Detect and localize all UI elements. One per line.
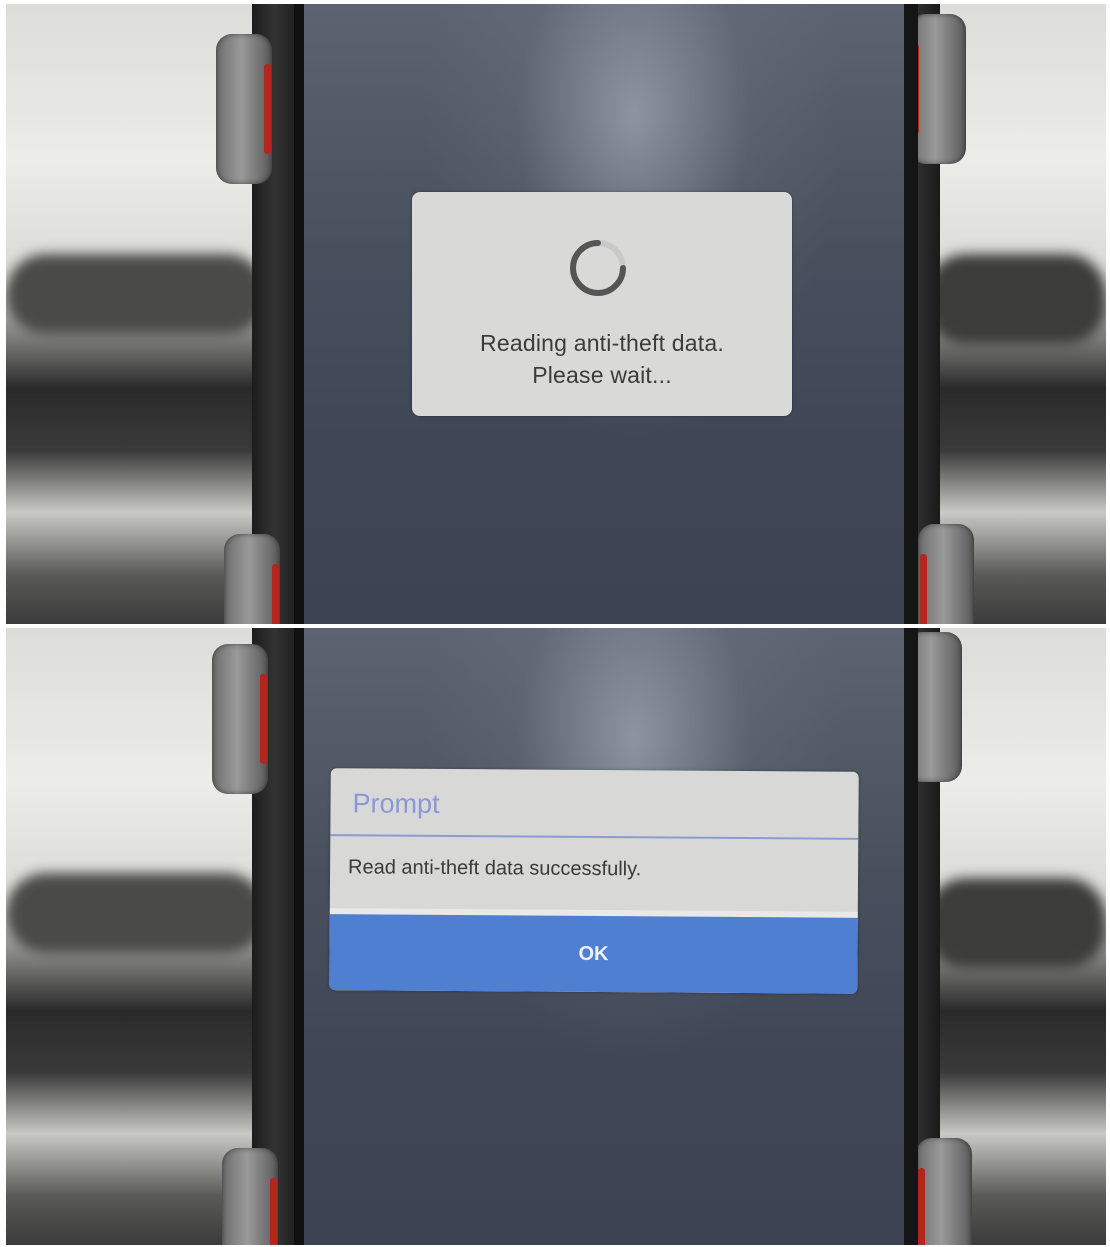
mount-clip (918, 524, 974, 624)
mount-clip (224, 534, 280, 624)
prompt-dialog: Prompt Read anti-theft data successfully… (329, 768, 859, 994)
mount-clip (916, 1138, 972, 1245)
device-screen: Prompt Read anti-theft data successfully… (294, 628, 918, 1245)
ok-button[interactable]: OK (329, 914, 858, 994)
mount-clip (216, 34, 272, 184)
prompt-message: Read anti-theft data successfully. (348, 856, 642, 881)
background-blur (6, 873, 266, 953)
loading-message-line1: Reading anti-theft data. (480, 330, 724, 356)
photo-frame-loading: Reading anti-theft data. Please wait... (6, 4, 1106, 624)
background-blur (926, 254, 1106, 344)
prompt-title: Prompt (352, 788, 440, 819)
prompt-divider (330, 834, 859, 840)
background-blur (926, 878, 1106, 968)
mount-clip (212, 644, 268, 794)
mount-clip (910, 14, 966, 164)
photo-frame-prompt: Prompt Read anti-theft data successfully… (6, 628, 1106, 1245)
loading-dialog: Reading anti-theft data. Please wait... (412, 192, 792, 416)
mount-clip (222, 1148, 278, 1245)
device-screen: Reading anti-theft data. Please wait... (294, 4, 918, 624)
background-blur (6, 254, 266, 334)
loading-spinner-icon (570, 240, 626, 296)
loading-message-line2: Please wait... (532, 362, 672, 388)
